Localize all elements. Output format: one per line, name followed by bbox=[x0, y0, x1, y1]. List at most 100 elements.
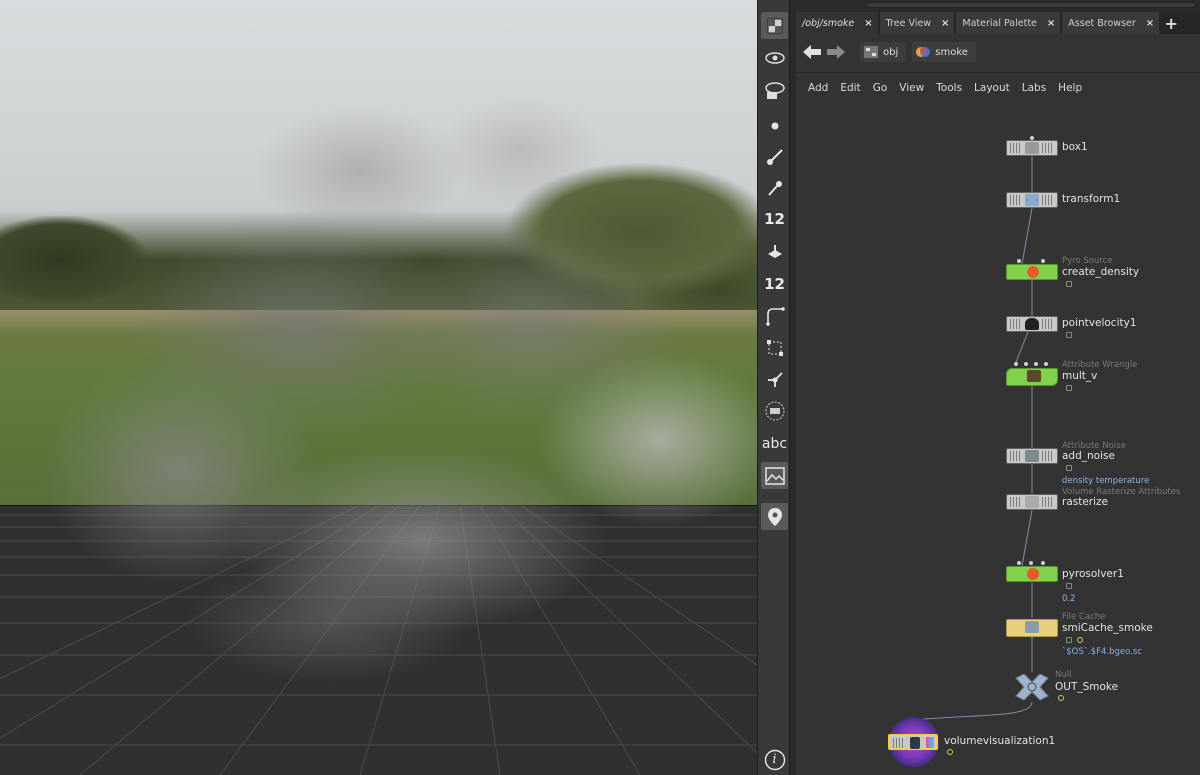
node-name: pyrosolver1 bbox=[1062, 568, 1124, 580]
pin-tool-icon[interactable] bbox=[761, 174, 788, 201]
display-flag-icon[interactable] bbox=[1077, 637, 1083, 643]
point-numbers-icon[interactable]: 12 bbox=[761, 205, 788, 232]
info-icon[interactable]: i bbox=[761, 746, 788, 773]
houdini-window: 12 12 abc i /obj/smoke × Tree View × Mat… bbox=[0, 0, 1200, 775]
noise-icon bbox=[1025, 450, 1039, 462]
rasterize-icon bbox=[1025, 496, 1039, 508]
bounding-box-icon[interactable] bbox=[761, 334, 788, 361]
display-flag-icon[interactable] bbox=[1058, 695, 1064, 701]
wrangle-icon bbox=[1027, 370, 1041, 382]
tab-label: Tree View bbox=[885, 17, 931, 29]
network-menu-bar: Add Edit Go View Tools Layout Labs Help bbox=[796, 72, 1200, 102]
input-port[interactable] bbox=[1034, 362, 1038, 366]
node-type: Attribute Wrangle bbox=[1062, 360, 1138, 370]
scene-viewport[interactable] bbox=[0, 0, 757, 775]
primitive-numbers-label: 12 bbox=[764, 274, 785, 293]
display-mode-icon[interactable] bbox=[761, 12, 788, 39]
tab-material-palette[interactable]: Material Palette × bbox=[956, 12, 1061, 34]
primitive-display-icon[interactable] bbox=[761, 238, 788, 265]
tab-label: Material Palette bbox=[962, 17, 1037, 29]
input-port[interactable] bbox=[1041, 561, 1045, 565]
menu-layout[interactable]: Layout bbox=[974, 82, 1010, 94]
lock-icon[interactable] bbox=[1066, 465, 1072, 471]
tab-asset-browser[interactable]: Asset Browser × bbox=[1062, 12, 1160, 34]
lock-icon[interactable] bbox=[1066, 281, 1072, 287]
input-port[interactable] bbox=[1014, 362, 1018, 366]
background-image-icon[interactable] bbox=[761, 462, 788, 489]
node-box1[interactable] bbox=[1006, 140, 1058, 156]
point-icon[interactable] bbox=[761, 112, 788, 139]
breadcrumb-label: smoke bbox=[935, 46, 968, 58]
tab-tree-view[interactable]: Tree View × bbox=[879, 12, 955, 34]
node-param: density temperature bbox=[1062, 476, 1150, 486]
close-icon[interactable]: × bbox=[941, 18, 949, 29]
lock-icon[interactable] bbox=[1066, 332, 1072, 338]
lock-icon[interactable] bbox=[1066, 583, 1072, 589]
node-name: volumevisualization1 bbox=[944, 735, 1056, 747]
lock-icon[interactable] bbox=[1066, 637, 1072, 643]
text-tool-label: abc bbox=[761, 435, 788, 452]
node-transform1[interactable] bbox=[1006, 192, 1058, 208]
input-port[interactable] bbox=[1044, 362, 1048, 366]
node-name: pointvelocity1 bbox=[1062, 317, 1137, 329]
add-tab-button[interactable]: + bbox=[1161, 12, 1181, 34]
null-node-icon[interactable] bbox=[1012, 672, 1052, 702]
normals-icon[interactable] bbox=[761, 365, 788, 392]
wireframe-icon[interactable] bbox=[761, 397, 788, 424]
breadcrumb-obj[interactable]: obj bbox=[860, 42, 907, 62]
node-name: box1 bbox=[1062, 141, 1088, 153]
input-port[interactable] bbox=[1017, 259, 1021, 263]
node-param: 0.2 bbox=[1062, 594, 1076, 604]
transform-icon bbox=[1025, 194, 1039, 206]
tab-obj-smoke[interactable]: /obj/smoke × bbox=[796, 12, 878, 34]
lock-icon[interactable] bbox=[1066, 385, 1072, 391]
network-editor-pane: /obj/smoke × Tree View × Material Palette ×… bbox=[796, 0, 1200, 775]
node-add-noise[interactable] bbox=[1006, 448, 1058, 464]
node-name: smiCache_smoke bbox=[1062, 622, 1153, 634]
input-port[interactable] bbox=[1029, 561, 1033, 565]
close-icon[interactable]: × bbox=[1146, 18, 1154, 29]
menu-add[interactable]: Add bbox=[808, 82, 828, 94]
text-tool-icon[interactable]: abc bbox=[761, 430, 788, 457]
pane-tab-bar: /obj/smoke × Tree View × Material Palette ×… bbox=[796, 12, 1200, 34]
menu-help[interactable]: Help bbox=[1058, 82, 1082, 94]
network-graph[interactable]: box1 transform1 Pyro Source create_densi… bbox=[796, 102, 1200, 775]
menu-edit[interactable]: Edit bbox=[840, 82, 860, 94]
pyro-icon bbox=[1027, 568, 1039, 580]
render-visibility-icon[interactable] bbox=[761, 76, 788, 103]
close-icon[interactable]: × bbox=[1047, 18, 1055, 29]
input-port[interactable] bbox=[1041, 259, 1045, 263]
viewport-toolbar: 12 12 abc i bbox=[757, 0, 790, 775]
forward-arrow-icon[interactable] bbox=[824, 42, 848, 62]
menu-view[interactable]: View bbox=[899, 82, 924, 94]
breadcrumb-smoke[interactable]: smoke bbox=[912, 42, 976, 62]
close-icon[interactable]: × bbox=[864, 18, 872, 29]
input-port[interactable] bbox=[1017, 561, 1021, 565]
node-rasterize[interactable] bbox=[1006, 494, 1058, 510]
box-icon bbox=[1025, 142, 1039, 154]
curve-tool-icon[interactable] bbox=[761, 302, 788, 329]
node-smicache-smoke[interactable] bbox=[1006, 619, 1058, 637]
back-arrow-icon[interactable] bbox=[800, 42, 824, 62]
node-name: OUT_Smoke bbox=[1055, 681, 1119, 693]
node-volumevisualization1[interactable] bbox=[888, 734, 938, 750]
render-flag-icon[interactable] bbox=[926, 737, 934, 748]
visibility-icon[interactable] bbox=[761, 44, 788, 71]
menu-go[interactable]: Go bbox=[873, 82, 888, 94]
display-flag-icon[interactable] bbox=[947, 749, 953, 755]
menu-labs[interactable]: Labs bbox=[1022, 82, 1046, 94]
input-port[interactable] bbox=[1024, 362, 1028, 366]
input-port[interactable] bbox=[1030, 136, 1034, 140]
node-pyrosolver1[interactable] bbox=[1006, 566, 1058, 582]
brush-icon[interactable] bbox=[761, 143, 788, 170]
node-create-density[interactable] bbox=[1006, 264, 1058, 280]
menu-tools[interactable]: Tools bbox=[936, 82, 962, 94]
location-pin-icon[interactable] bbox=[761, 503, 788, 530]
background-field bbox=[0, 310, 757, 510]
primitive-numbers-icon[interactable]: 12 bbox=[761, 270, 788, 297]
node-pointvelocity1[interactable] bbox=[1006, 316, 1058, 332]
breadcrumb-label: obj bbox=[883, 46, 899, 58]
node-type: File Cache bbox=[1062, 612, 1106, 622]
node-mult-v[interactable] bbox=[1006, 368, 1058, 386]
path-bar: obj smoke bbox=[796, 36, 1200, 68]
